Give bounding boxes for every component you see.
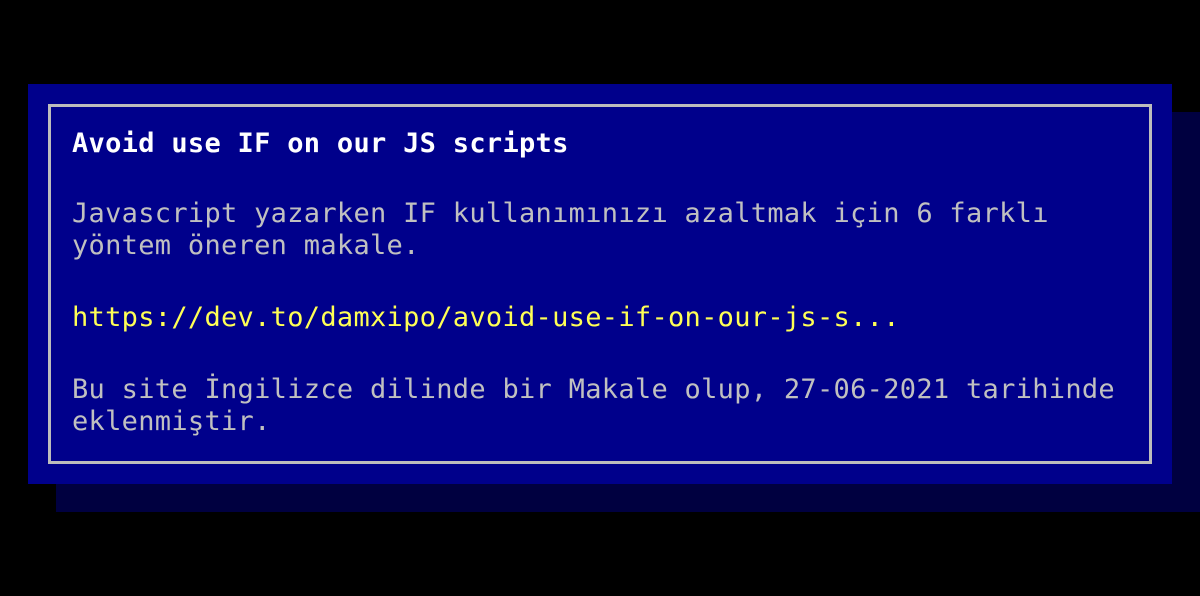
article-title: Avoid use IF on our JS scripts [72,128,569,159]
screen: Avoid use IF on our JS scripts Javascrip… [0,0,1200,596]
article-description: Javascript yazarken IF kullanımınızı aza… [72,198,1049,261]
article-dialog: Avoid use IF on our JS scripts Javascrip… [28,84,1172,484]
article-footer: Bu site İngilizce dilinde bir Makale olu… [72,374,1115,437]
article-content: Avoid use IF on our JS scripts Javascrip… [72,124,1132,438]
article-link[interactable]: https://dev.to/damxipo/avoid-use-if-on-o… [72,302,1132,334]
